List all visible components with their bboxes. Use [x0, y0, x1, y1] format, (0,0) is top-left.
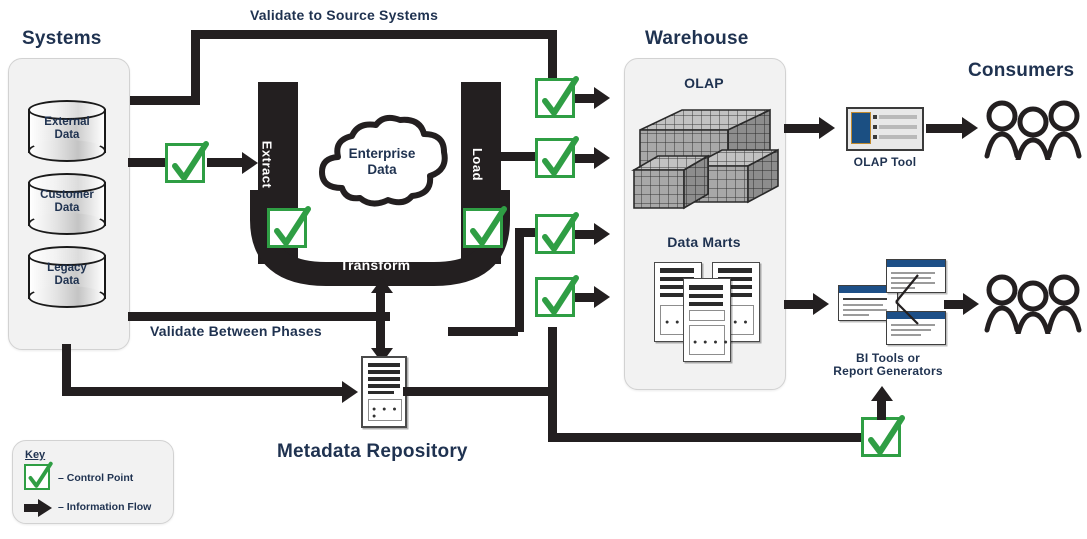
label-bi-tools: BI Tools or Report Generators — [833, 351, 943, 379]
arrowhead-warehouse-2 — [594, 147, 610, 169]
metadata-repository-icon: ● ● ● ● — [361, 356, 407, 428]
flow-validate-between-phases-line — [128, 312, 390, 321]
arrowhead-olap-tool — [819, 117, 835, 139]
olap-tool-icon — [846, 107, 924, 151]
arrowhead-up-bi-tools — [871, 386, 893, 401]
bi-report-connector-lines — [895, 274, 919, 325]
flow-systems-to-metadata-h — [62, 387, 347, 396]
flow-metadata-to-right — [403, 387, 552, 396]
cp-load-to-olap-top[interactable] — [535, 76, 579, 118]
flow-warehouse-to-bi — [784, 300, 816, 309]
cp-metadata-to-bi[interactable] — [861, 415, 905, 457]
etl-load-label: Load — [470, 147, 486, 182]
database-label: Customer Data — [40, 189, 94, 214]
flow-source-top-seg1 — [128, 96, 200, 105]
flow-cp-bottom-up — [877, 398, 886, 420]
olap-cubes-icon — [631, 108, 779, 210]
enterprise-data-label: Enterprise Data — [348, 146, 416, 177]
cp-transform-load[interactable] — [463, 206, 507, 248]
database-legacy-data: Legacy Data — [28, 246, 109, 308]
label-olap-tool: OLAP Tool — [853, 155, 917, 169]
cp-extract-transform[interactable] — [267, 206, 311, 248]
flow-load-exit-to-cp4 — [448, 327, 518, 336]
label-validate-to-source: Validate to Source Systems — [250, 7, 439, 23]
database-label: External Data — [44, 116, 90, 141]
heading-systems: Systems — [22, 28, 102, 49]
heading-consumers: Consumers — [968, 60, 1075, 81]
key-control-point-icon — [24, 461, 53, 490]
flow-load-exit-v — [515, 232, 524, 332]
flow-cp1-to-extract — [207, 158, 245, 167]
etl-extract-label: Extract — [259, 140, 275, 189]
arrowhead-to-extract — [242, 152, 258, 174]
arrowhead-warehouse-1 — [594, 87, 610, 109]
label-data-marts: Data Marts — [667, 234, 741, 250]
label-olap: OLAP — [684, 75, 724, 91]
consumers-group-bottom-icon — [984, 274, 1082, 334]
flow-warehouse-to-olap-tool — [784, 124, 822, 133]
key-label-information-flow: – Information Flow — [58, 501, 152, 513]
database-external-data: External Data — [28, 100, 109, 162]
flow-transform-metadata-line — [376, 288, 385, 354]
label-validate-between-phases: Validate Between Phases — [150, 323, 322, 339]
arrowhead-to-metadata — [342, 381, 358, 403]
key-label-control-point: – Control Point — [58, 472, 134, 484]
cp-source-to-extract[interactable] — [165, 141, 209, 183]
arrowhead-consumers-bottom — [963, 293, 979, 315]
flow-olap-tool-to-consumers — [926, 124, 966, 133]
cp-warehouse-out[interactable] — [535, 275, 579, 317]
flow-systems-to-cp1 — [128, 158, 168, 167]
database-customer-data: Customer Data — [28, 173, 109, 235]
key-information-flow-icon — [24, 499, 52, 517]
label-metadata-repository: Metadata Repository — [277, 441, 468, 462]
arrowhead-consumers-top — [962, 117, 978, 139]
flow-source-top-seg3 — [191, 30, 557, 39]
etl-transform-label: Transform — [340, 257, 411, 273]
arrowhead-warehouse-3 — [594, 223, 610, 245]
flow-bottom-drop — [548, 387, 557, 437]
consumers-group-top-icon — [984, 100, 1082, 160]
flow-cp4-down — [548, 327, 557, 393]
heading-warehouse: Warehouse — [645, 28, 749, 49]
key-title: Key — [25, 449, 46, 461]
diagram-canvas: Systems Warehouse Consumers Validate to … — [0, 0, 1087, 539]
arrowhead-bi-tools — [813, 293, 829, 315]
flow-source-top-seg2 — [191, 30, 200, 100]
arrowhead-up-transform — [371, 278, 393, 293]
flow-bottom-to-bi — [548, 433, 868, 442]
cp-load-to-olap[interactable] — [535, 136, 579, 178]
arrowhead-warehouse-4 — [594, 286, 610, 308]
database-label: Legacy Data — [47, 262, 87, 287]
cp-to-data-marts[interactable] — [535, 212, 579, 254]
data-mart-doc-front: ● ● ● ● — [683, 278, 731, 362]
